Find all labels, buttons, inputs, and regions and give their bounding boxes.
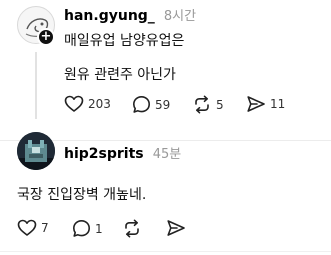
reply-text: 국장 진입장벽 개높네. — [17, 187, 147, 203]
reply-comment-button[interactable]: 1 — [72, 219, 103, 238]
reply-like-count: 7 — [41, 221, 49, 235]
heart-icon — [17, 219, 37, 236]
post-line-1: 매일유업 남양유업은 — [64, 33, 185, 49]
avatar-photo-icon — [17, 132, 55, 170]
reply-avatar[interactable] — [17, 132, 55, 170]
share-button[interactable]: 11 — [246, 95, 285, 113]
follow-button[interactable]: + — [37, 28, 55, 46]
post-time: 8시간 — [163, 9, 197, 24]
reply-share-button[interactable] — [166, 219, 186, 237]
heart-icon — [64, 95, 84, 112]
repost-count: 5 — [216, 97, 224, 112]
thread-line — [35, 52, 37, 119]
send-icon — [247, 96, 265, 112]
reply-username[interactable]: hip2sprits — [64, 146, 144, 162]
comment-bubble-icon — [133, 96, 150, 113]
share-count: 11 — [270, 97, 286, 111]
like-count: 203 — [88, 97, 111, 111]
comment-count: 59 — [155, 97, 171, 112]
repost-icon — [195, 95, 209, 114]
reply-time: 45분 — [152, 147, 182, 162]
like-button[interactable]: 203 — [64, 95, 111, 113]
repost-button[interactable]: 5 — [192, 95, 224, 114]
reply-comment-count: 1 — [95, 221, 103, 236]
comment-button[interactable]: 59 — [132, 95, 170, 114]
post-line-2: 원유 관련주 아닌가 — [64, 67, 176, 83]
send-icon — [167, 220, 185, 236]
reply-divider — [0, 251, 331, 252]
comment-bubble-icon — [73, 220, 90, 237]
plus-icon: + — [40, 29, 52, 44]
repost-icon — [125, 219, 139, 238]
reply-repost-button[interactable] — [122, 219, 142, 238]
reply-like-button[interactable]: 7 — [17, 219, 49, 237]
post-username[interactable]: han.gyung_ — [64, 8, 155, 24]
